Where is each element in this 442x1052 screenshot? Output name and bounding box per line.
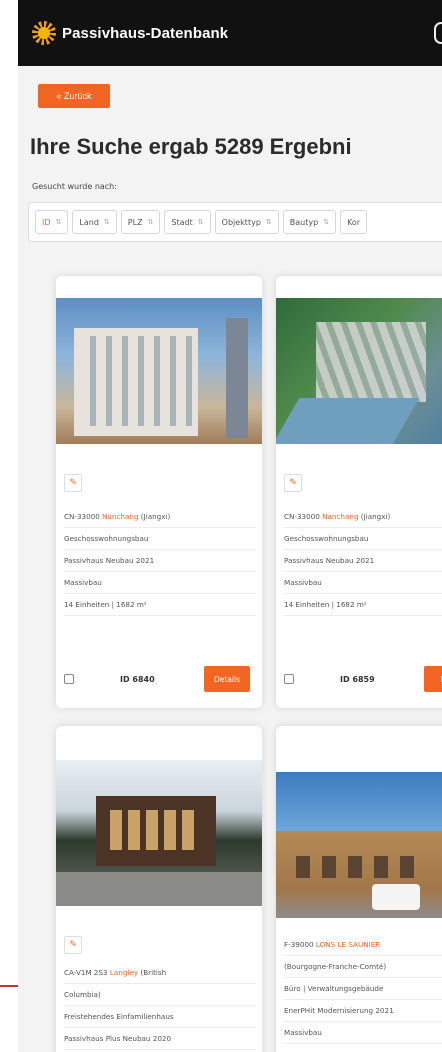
construction-type: Massivbau bbox=[64, 572, 256, 594]
sort-arrows-icon: ⇅ bbox=[323, 218, 330, 226]
sort-arrows-icon: ⇅ bbox=[265, 218, 272, 226]
sun-logo-icon[interactable] bbox=[32, 21, 56, 45]
project-photo[interactable] bbox=[56, 298, 262, 444]
project-id: ID 6859 bbox=[340, 674, 375, 684]
standard-year: Passivhaus Plus Neubau 2020 bbox=[64, 1028, 256, 1050]
map-pin-icon[interactable]: ✎ bbox=[64, 474, 82, 492]
sort-arrows-icon: ⇅ bbox=[197, 218, 204, 226]
building-type: Geschosswohnungsbau bbox=[284, 528, 442, 550]
standard-year: Passivhaus Neubau 2021 bbox=[284, 550, 442, 572]
location-line: CN-33000 Nanchang (Jiangxi) bbox=[64, 506, 256, 528]
building-type: Geschosswohnungsbau bbox=[64, 528, 256, 550]
city-link[interactable]: Nanchang bbox=[322, 512, 358, 521]
compare-checkbox[interactable] bbox=[284, 674, 294, 684]
sort-chip-kor[interactable]: Kor bbox=[340, 210, 368, 234]
project-id: ID 6840 bbox=[120, 674, 155, 684]
building-type: Büro | Verwaltungsgebäude bbox=[284, 978, 442, 1000]
location-line: F-39000 LONS LE SAUNIER bbox=[284, 934, 442, 956]
map-pin-icon[interactable]: ✎ bbox=[284, 474, 302, 492]
sort-arrows-icon: ⇅ bbox=[147, 218, 154, 226]
top-navigation-bar: Passivhaus-Datenbank bbox=[18, 0, 442, 66]
sort-arrows-icon: ⇅ bbox=[103, 218, 110, 226]
construction-type: Massivbau bbox=[284, 572, 442, 594]
building-type: Freistehendes Einfamilienhaus bbox=[64, 1006, 256, 1028]
project-card[interactable]: F-39000 LONS LE SAUNIER (Bourgogne-Franc… bbox=[276, 726, 442, 1052]
user-icon[interactable] bbox=[434, 22, 442, 44]
compare-checkbox[interactable] bbox=[64, 674, 74, 684]
searched-for-label: Gesucht wurde nach: bbox=[32, 182, 117, 191]
sort-filter-bar: ID ⇅ Land ⇅ PLZ ⇅ Stadt ⇅ Objekttyp ⇅ Bautyp ⇅… bbox=[28, 202, 442, 242]
city-link[interactable]: Langley bbox=[110, 968, 138, 977]
left-margin bbox=[0, 0, 40, 1052]
page-title: Ihre Suche ergab 5289 Ergebni bbox=[30, 134, 352, 159]
region-line: (Bourgogne-Franche-Comté) bbox=[284, 956, 442, 978]
sort-chip-id[interactable]: ID ⇅ bbox=[35, 210, 69, 234]
sort-chip-objekttyp[interactable]: Objekttyp ⇅ bbox=[214, 210, 279, 234]
project-photo[interactable] bbox=[276, 298, 442, 444]
sort-arrows-icon: ⇅ bbox=[55, 218, 62, 226]
sort-chip-bautyp[interactable]: Bautyp ⇅ bbox=[282, 210, 337, 234]
units-area: 14 Einheiten | 1682 m² bbox=[284, 594, 442, 616]
city-link[interactable]: LONS LE SAUNIER bbox=[316, 940, 380, 949]
project-photo[interactable] bbox=[276, 772, 442, 918]
standard-year: EnerPHit Modernisierung 2021 bbox=[284, 1000, 442, 1022]
location-line: CA-V1M 2S3 Langley (British bbox=[64, 962, 256, 984]
back-button[interactable]: « Zurück bbox=[38, 84, 110, 108]
sort-chip-land[interactable]: Land ⇅ bbox=[72, 210, 117, 234]
construction-type: Massivbau bbox=[284, 1022, 442, 1044]
region-line: Columbia) bbox=[64, 984, 256, 1006]
standard-year: Passivhaus Neubau 2021 bbox=[64, 550, 256, 572]
map-pin-icon[interactable]: ✎ bbox=[64, 936, 82, 954]
app-title[interactable]: Passivhaus-Datenbank bbox=[62, 25, 228, 42]
sort-chip-plz[interactable]: PLZ ⇅ bbox=[120, 210, 161, 234]
details-button[interactable]: Det bbox=[424, 666, 442, 692]
sort-chip-stadt[interactable]: Stadt ⇅ bbox=[164, 210, 211, 234]
city-link[interactable]: Nanchang bbox=[102, 512, 138, 521]
location-line: CN-33000 Nanchang (Jiangxi) bbox=[284, 506, 442, 528]
project-card[interactable]: ✎ CN-33000 Nanchang (Jiangxi) Geschosswo… bbox=[276, 276, 442, 708]
details-button[interactable]: Details bbox=[204, 666, 250, 692]
project-card[interactable]: ✎ CN-33000 Nanchang (Jiangxi) Geschosswo… bbox=[56, 276, 262, 708]
project-card[interactable]: ✎ CA-V1M 2S3 Langley (British Columbia) … bbox=[56, 726, 262, 1052]
project-photo[interactable] bbox=[56, 760, 262, 906]
units-area: 14 Einheiten | 1682 m² bbox=[64, 594, 256, 616]
